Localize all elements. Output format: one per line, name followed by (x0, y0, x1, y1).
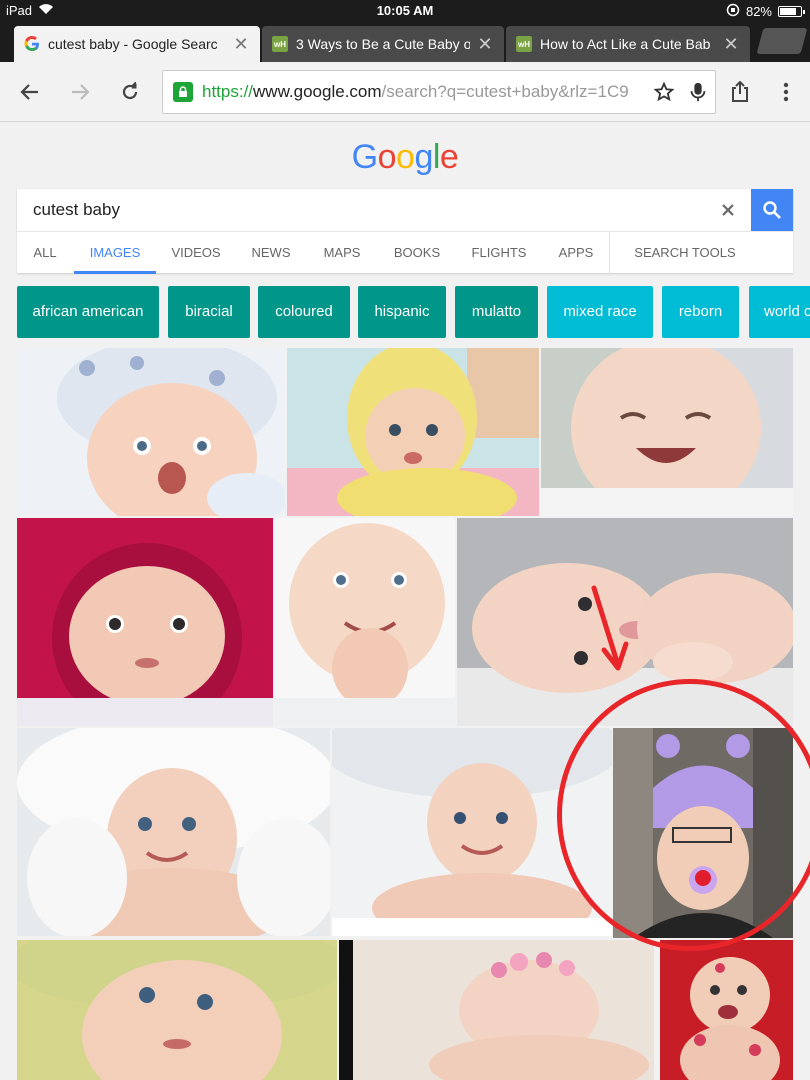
battery-fill (780, 8, 797, 15)
google-favicon-icon (24, 36, 40, 52)
battery-percent: 82% (745, 4, 772, 19)
tab-title: cutest baby - Google Searc (48, 36, 218, 52)
chip-world[interactable]: world c (749, 286, 810, 338)
tab-books[interactable]: BOOKS (381, 232, 453, 274)
search-button[interactable] (751, 189, 793, 231)
lock-icon (173, 82, 193, 102)
battery-icon (778, 6, 805, 17)
search-box[interactable]: cutest baby (17, 189, 793, 231)
chip-african-american[interactable]: african american (17, 286, 159, 338)
rotation-lock-icon (726, 3, 740, 20)
red-arrow-annotation (591, 585, 629, 671)
chip-coloured[interactable]: coloured (258, 286, 350, 338)
tab-news[interactable]: NEWS (238, 232, 304, 274)
microphone-icon[interactable] (681, 75, 715, 109)
search-input[interactable]: cutest baby (33, 200, 120, 220)
chip-hispanic[interactable]: hispanic (358, 286, 446, 338)
tab-wikihow-1[interactable]: wH 3 Ways to Be a Cute Baby o ✕ (262, 26, 504, 62)
result-image[interactable] (287, 348, 539, 516)
search-icon (763, 201, 781, 219)
tab-apps[interactable]: APPS (544, 232, 608, 274)
red-circle-annotation (557, 679, 810, 951)
result-image[interactable] (339, 940, 654, 1080)
search-nav-tabs: ALL IMAGES VIDEOS NEWS MAPS BOOKS FLIGHT… (17, 231, 793, 274)
tab-images[interactable]: IMAGES (74, 232, 156, 274)
wikihow-favicon-icon: wH (272, 36, 288, 52)
chip-reborn[interactable]: reborn (662, 286, 739, 338)
status-bar: iPad 10:05 AM 82% (0, 0, 810, 22)
chip-biracial[interactable]: biracial (168, 286, 250, 338)
overflow-menu-icon[interactable] (770, 76, 802, 108)
chip-mulatto[interactable]: mulatto (455, 286, 538, 338)
tab-switcher-icon[interactable] (756, 28, 808, 54)
tab-all[interactable]: ALL (17, 232, 73, 274)
google-logo: Google (351, 138, 459, 176)
tab-flights[interactable]: FLIGHTS (461, 232, 537, 274)
search-tools-button[interactable]: SEARCH TOOLS (617, 232, 753, 274)
result-image[interactable] (17, 728, 330, 936)
tab-wikihow-2[interactable]: wH How to Act Like a Cute Bab ✕ (506, 26, 750, 62)
tab-divider (609, 232, 610, 274)
chip-mixed-race[interactable]: mixed race (547, 286, 653, 338)
result-image[interactable] (17, 940, 337, 1080)
tab-strip: cutest baby - Google Searc ✕ wH 3 Ways t… (0, 22, 810, 62)
forward-arrow-icon[interactable] (64, 76, 96, 108)
close-tab-icon[interactable]: ✕ (722, 34, 740, 55)
clear-search-icon[interactable] (715, 197, 741, 223)
result-image[interactable] (275, 518, 455, 726)
result-image[interactable] (541, 348, 793, 516)
share-icon[interactable] (724, 76, 756, 108)
reload-icon[interactable] (114, 76, 146, 108)
close-tab-icon[interactable]: ✕ (476, 34, 494, 55)
close-tab-icon[interactable]: ✕ (232, 34, 250, 55)
browser-toolbar: https://www.google.com/search?q=cutest+b… (0, 62, 810, 122)
back-arrow-icon[interactable] (14, 76, 46, 108)
address-bar[interactable]: https://www.google.com/search?q=cutest+b… (162, 70, 716, 114)
wikihow-favicon-icon: wH (516, 36, 532, 52)
clock: 10:05 AM (376, 3, 434, 18)
result-image[interactable] (17, 348, 285, 516)
tab-maps[interactable]: MAPS (309, 232, 375, 274)
result-image[interactable] (17, 518, 273, 726)
tab-videos[interactable]: VIDEOS (158, 232, 234, 274)
tab-title: How to Act Like a Cute Bab (540, 36, 711, 52)
url-text: https://www.google.com/search?q=cutest+b… (202, 82, 629, 101)
tab-title: 3 Ways to Be a Cute Baby o (296, 36, 470, 52)
result-image[interactable] (660, 940, 793, 1080)
tab-google-search[interactable]: cutest baby - Google Searc ✕ (14, 26, 260, 62)
bookmark-star-icon[interactable] (647, 75, 681, 109)
